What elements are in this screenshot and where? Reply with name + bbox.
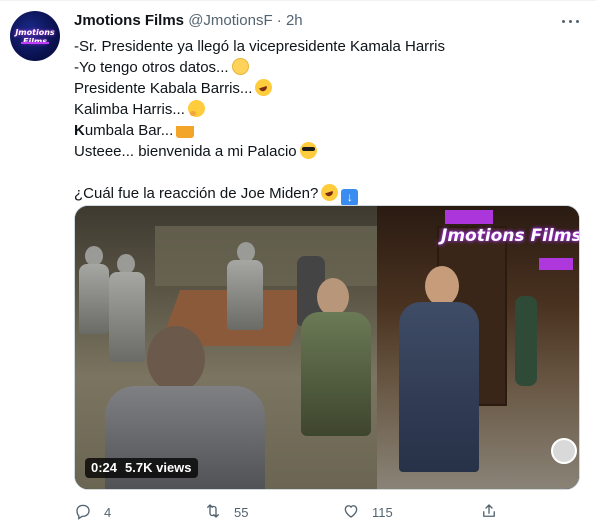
heart-icon <box>344 505 358 518</box>
knight-figure <box>79 264 109 334</box>
tweet-line: -Sr. Presidente ya llegó la vicepresiden… <box>74 38 446 55</box>
author-name[interactable]: Jmotions Films <box>74 12 184 29</box>
header-separator: · <box>276 12 282 29</box>
retweet-icon <box>207 504 219 518</box>
knight-figure <box>227 260 263 330</box>
reply-count: 4 <box>104 505 112 520</box>
video-duration: 0:24 <box>91 460 118 475</box>
tweet-header: Jmotions Films @JmotionsF · 2h <box>74 12 303 32</box>
tweet-timestamp[interactable]: 2h <box>286 12 303 29</box>
guard-figure <box>515 296 537 386</box>
smiling-face-with-sunglasses-icon <box>299 142 317 159</box>
thinking-face-icon <box>187 100 205 117</box>
tweet-line: -Yo tengo otros datos... <box>74 57 579 78</box>
video-scene-left <box>75 206 385 489</box>
like-count: 115 <box>372 505 393 520</box>
tweet-line: ¿Cuál fue la reacción de Joe Miden? ↓ <box>74 181 579 206</box>
bold-prefix: K <box>74 122 85 139</box>
author-handle[interactable]: @JmotionsF <box>188 12 272 29</box>
clinking-beer-mugs-icon <box>176 121 195 138</box>
knight-figure <box>109 272 145 362</box>
avatar-logo-bar <box>21 42 49 44</box>
tweet-line: Kumbala Bar... <box>74 120 579 141</box>
channel-logo-badge <box>551 438 577 464</box>
foreground-knight-head <box>147 326 205 392</box>
tweet-line: Usteee... bienvenida a mi Palacio <box>74 141 579 162</box>
slightly-smiling-face-icon <box>231 58 249 75</box>
rolling-on-floor-laughing-icon <box>319 181 341 204</box>
woman-figure <box>301 312 371 436</box>
tweet-text: -Sr. Presidente ya llegó la vicepresiden… <box>74 36 579 206</box>
tweet-card[interactable]: Jmotions Films Jmotions Films @JmotionsF… <box>0 0 596 522</box>
video-watermark: Jmotions Films <box>441 226 580 246</box>
tweet-line: Kalimba Harris... <box>74 99 579 120</box>
video-player[interactable]: Jmotions Films 0:24 5.7K views <box>74 205 580 490</box>
tweet-actions: 4 55 115 <box>74 501 514 522</box>
retweet-count: 55 <box>234 505 249 520</box>
tweet-line: Presidente Kabala Barris... <box>74 76 579 99</box>
down-arrow-icon: ↓ <box>341 189 359 206</box>
share-icon <box>483 504 495 517</box>
more-options-icon[interactable] <box>560 10 582 32</box>
video-views: 5.7K views <box>125 460 192 475</box>
reply-icon <box>76 504 90 520</box>
video-stats-pill: 0:24 5.7K views <box>85 458 198 478</box>
avatar[interactable]: Jmotions Films <box>10 11 60 61</box>
man-in-suit-figure <box>399 302 479 472</box>
rolling-on-floor-laughing-icon <box>253 76 275 99</box>
